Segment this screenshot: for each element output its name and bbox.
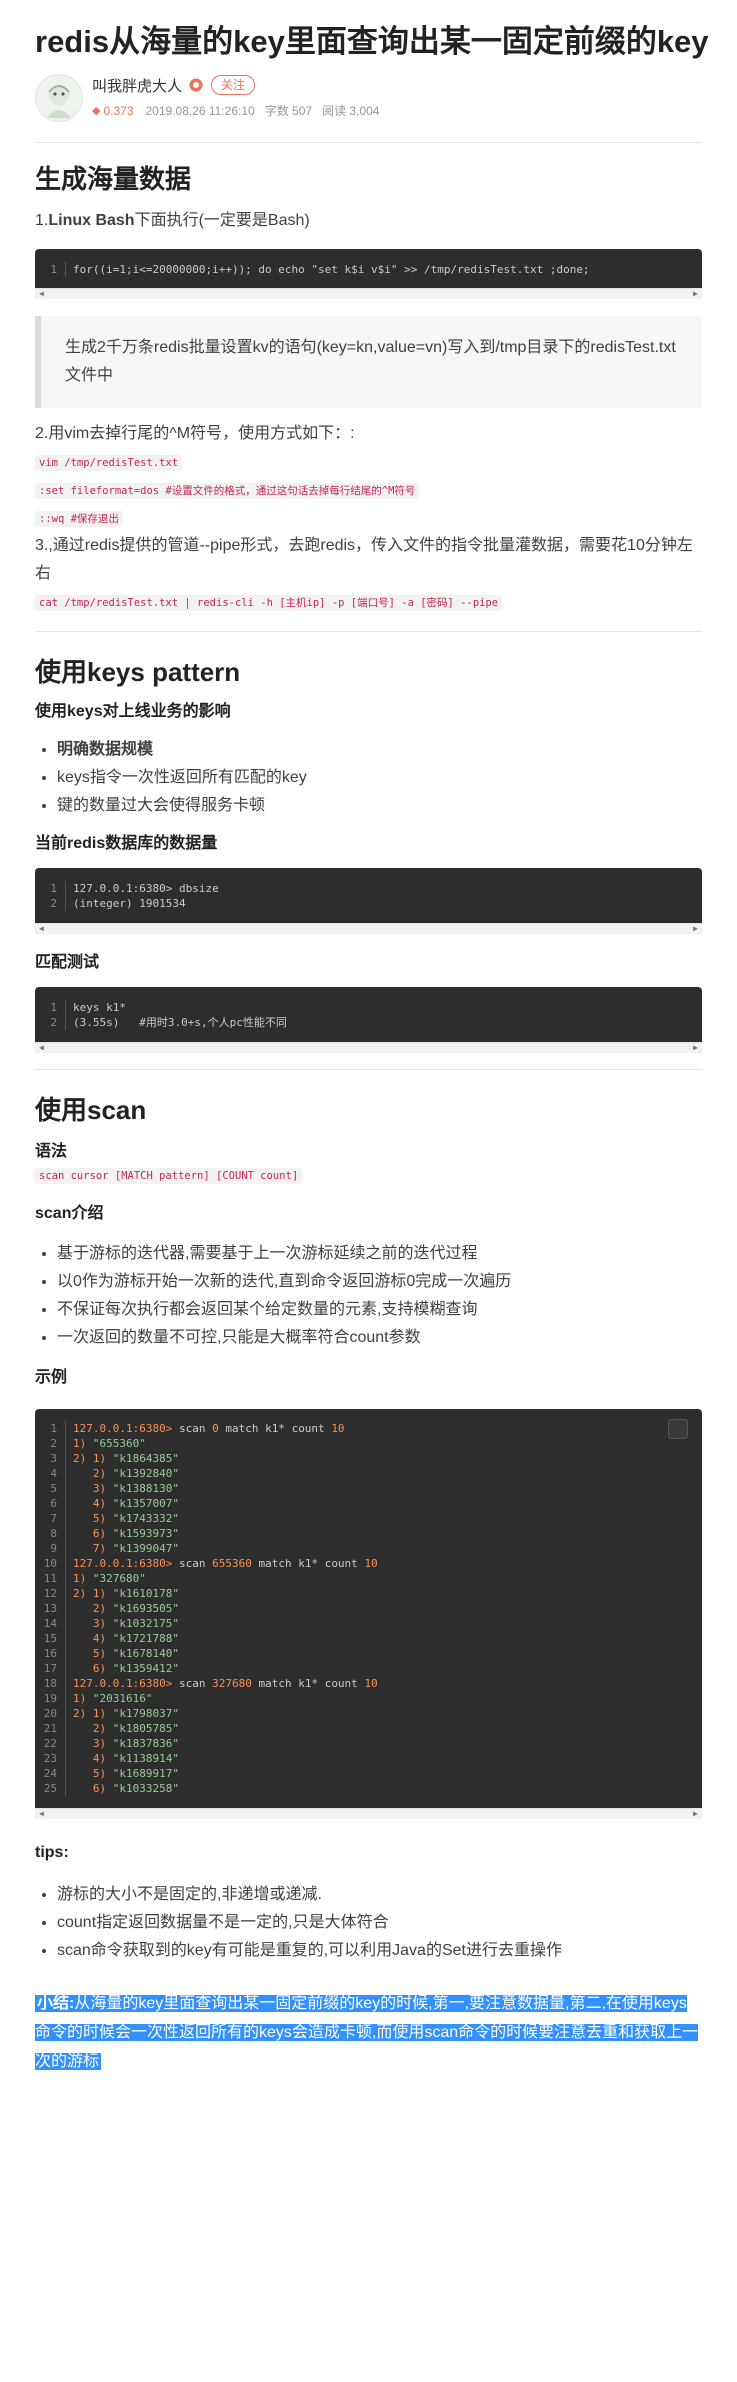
code-line: 14 3) "k1032175" [35, 1616, 702, 1631]
bullet-list: 基于游标的迭代器,需要基于上一次游标延续之前的迭代过程 以0作为游标开始一次新的… [35, 1240, 702, 1352]
list-item: scan命令获取到的key有可能是重复的,可以利用Java的Set进行去重操作 [57, 1937, 702, 1965]
step-1: 1.Linux Bash下面执行(一定要是Bash) [35, 212, 310, 229]
article-page: redis从海量的key里面查询出某一固定前缀的key 叫我胖虎大人 关注 ◆ [0, 0, 737, 2076]
code-line: 9 7) "k1399047" [35, 1541, 702, 1556]
word-count: 字数 507 [264, 104, 313, 118]
code-line: 1 127.0.0.1:6380> scan 0 match k1* count … [35, 1421, 702, 1436]
code-line: 5 3) "k1388130" [35, 1481, 702, 1496]
list-item: 键的数量过大会使得服务卡顿 [57, 792, 702, 820]
divider [35, 142, 702, 143]
code-line: 3 2) 1) "k1864385" [35, 1451, 702, 1466]
avatar[interactable] [35, 74, 83, 122]
subheading: 示例 [35, 1369, 68, 1386]
code-line: for((i=1;i<=20000000;i++)); do echo "set… [73, 263, 590, 276]
avatar-icon [47, 85, 71, 118]
read-count: 阅读 3,004 [322, 104, 380, 118]
code-line: 24 5) "k1689917" [35, 1766, 702, 1781]
code-line: 8 6) "k1593973" [35, 1526, 702, 1541]
horizontal-scrollbar[interactable]: ◀ ▶ [35, 1042, 702, 1053]
divider [35, 631, 702, 632]
list-item: 基于游标的迭代器,需要基于上一次游标延续之前的迭代过程 [57, 1240, 702, 1268]
verified-badge-icon [189, 78, 203, 92]
summary-text: 小结:从海量的key里面查询出某一固定前缀的key的时候,第一,要注意数据量,第… [35, 1995, 699, 2070]
code-block: 1 keys k1* 2 (3.55s) #用时3.0+s,个人pc性能不同 ◀ ▶ [35, 987, 702, 1053]
horizontal-scrollbar[interactable]: ◀ ▶ [35, 1808, 702, 1819]
list-item: 不保证每次执行都会返回某个给定数量的元素,支持模糊查询 [57, 1296, 702, 1324]
code-line: 20 2) 1) "k1798037" [35, 1706, 702, 1721]
subheading: 使用keys对上线业务的影响 [35, 703, 231, 720]
list-item: count指定返回数据量不是一定的,只是大体符合 [57, 1909, 702, 1937]
code-line: (integer) 1901534 [73, 897, 186, 910]
bullet-list: 明确数据规模 keys指令一次性返回所有匹配的key 键的数量过大会使得服务卡顿 [35, 736, 702, 820]
code-line: 10 127.0.0.1:6380> scan 655360 match k1* … [35, 1556, 702, 1571]
divider [35, 1069, 702, 1070]
subheading: 语法 [35, 1143, 68, 1160]
code-line: 4 2) "k1392840" [35, 1466, 702, 1481]
list-item: 明确数据规模 [57, 736, 702, 764]
reward-amount: 0.373 [103, 103, 134, 118]
inline-code: ::wq #保存退出 [35, 511, 123, 527]
section-heading: 使用scan [35, 1095, 147, 1125]
code-line: (3.55s) #用时3.0+s,个人pc性能不同 [73, 1016, 287, 1029]
code-line: 2 1) "655360" [35, 1436, 702, 1451]
follow-button[interactable]: 关注 [211, 75, 256, 95]
code-line: 23 4) "k1138914" [35, 1751, 702, 1766]
code-line: 18 127.0.0.1:6380> scan 327680 match k1* … [35, 1676, 702, 1691]
subheading: 匹配测试 [35, 954, 100, 971]
horizontal-scrollbar[interactable]: ◀ ▶ [35, 923, 702, 934]
code-line: 127.0.0.1:6380> dbsize [73, 882, 219, 895]
inline-code: cat /tmp/redisTest.txt | redis-cli -h [主… [35, 595, 503, 611]
code-line: 19 1) "2031616" [35, 1691, 702, 1706]
code-block: 1 for((i=1;i<=20000000;i++)); do echo "se… [35, 249, 702, 299]
list-item: 一次返回的数量不可控,只能是大概率符合count参数 [57, 1324, 702, 1352]
step-2: 2.用vim去掉行尾的^M符号，使用方式如下：: [35, 425, 355, 442]
diamond-icon: ◆ [92, 105, 101, 117]
horizontal-scrollbar[interactable]: ◀ ▶ [35, 288, 702, 299]
code-line: 17 6) "k1359412" [35, 1661, 702, 1676]
article-title: redis从海量的key里面查询出某一固定前缀的key [35, 24, 709, 59]
subheading: scan介绍 [35, 1205, 104, 1222]
inline-code: vim /tmp/redisTest.txt [35, 455, 183, 471]
code-line: 6 4) "k1357007" [35, 1496, 702, 1511]
subheading: 当前redis数据库的数据量 [35, 835, 218, 852]
blockquote: 生成2千万条redis批量设置kv的语句(key=kn,value=vn)写入到… [35, 316, 702, 408]
code-line: 25 6) "k1033258" [35, 1781, 702, 1796]
step-3: 3.,通过redis提供的管道--pipe形式，去跑redis，传入文件的指令批… [35, 537, 693, 582]
author-name[interactable]: 叫我胖虎大人 [92, 75, 182, 96]
publish-date: 2019.08.26 11:26:10 [145, 103, 255, 118]
copy-icon[interactable] [668, 1419, 688, 1439]
article-stats: ◆ 0.373 2019.08.26 11:26:10 字数 507 阅读 3,… [92, 102, 389, 119]
code-block: 1 127.0.0.1:6380> scan 0 match k1* count … [35, 1409, 702, 1819]
code-line: 15 4) "k1721788" [35, 1631, 702, 1646]
section-heading: 生成海量数据 [35, 164, 192, 194]
subheading: tips: [35, 1844, 69, 1861]
author-info: 叫我胖虎大人 关注 ◆ 0.373 2019.08.26 11:26:10 字数… [35, 74, 702, 124]
list-item: keys指令一次性返回所有匹配的key [57, 764, 702, 792]
code-line: keys k1* [73, 1001, 126, 1014]
section-heading: 使用keys pattern [35, 657, 241, 687]
code-line: 22 3) "k1837836" [35, 1736, 702, 1751]
code-line: 11 1) "327680" [35, 1571, 702, 1586]
bullet-list: 游标的大小不是固定的,非递增或递减. count指定返回数据量不是一定的,只是大… [35, 1881, 702, 1965]
code-line: 13 2) "k1693505" [35, 1601, 702, 1616]
code-line: 16 5) "k1678140" [35, 1646, 702, 1661]
code-block: 1 127.0.0.1:6380> dbsize 2 (integer) 19015… [35, 868, 702, 934]
inline-code: scan cursor [MATCH pattern] [COUNT count… [35, 1168, 303, 1184]
inline-code: :set fileformat=dos #设置文件的格式，通过这句话去掉每行结尾… [35, 483, 420, 499]
code-line: 21 2) "k1805785" [35, 1721, 702, 1736]
code-line: 7 5) "k1743332" [35, 1511, 702, 1526]
code-line: 12 2) 1) "k1610178" [35, 1586, 702, 1601]
list-item: 以0作为游标开始一次新的迭代,直到命令返回游标0完成一次遍历 [57, 1268, 702, 1296]
summary: 小结:从海量的key里面查询出某一固定前缀的key的时候,第一,要注意数据量,第… [35, 1989, 702, 2076]
list-item: 游标的大小不是固定的,非递增或递减. [57, 1881, 702, 1909]
